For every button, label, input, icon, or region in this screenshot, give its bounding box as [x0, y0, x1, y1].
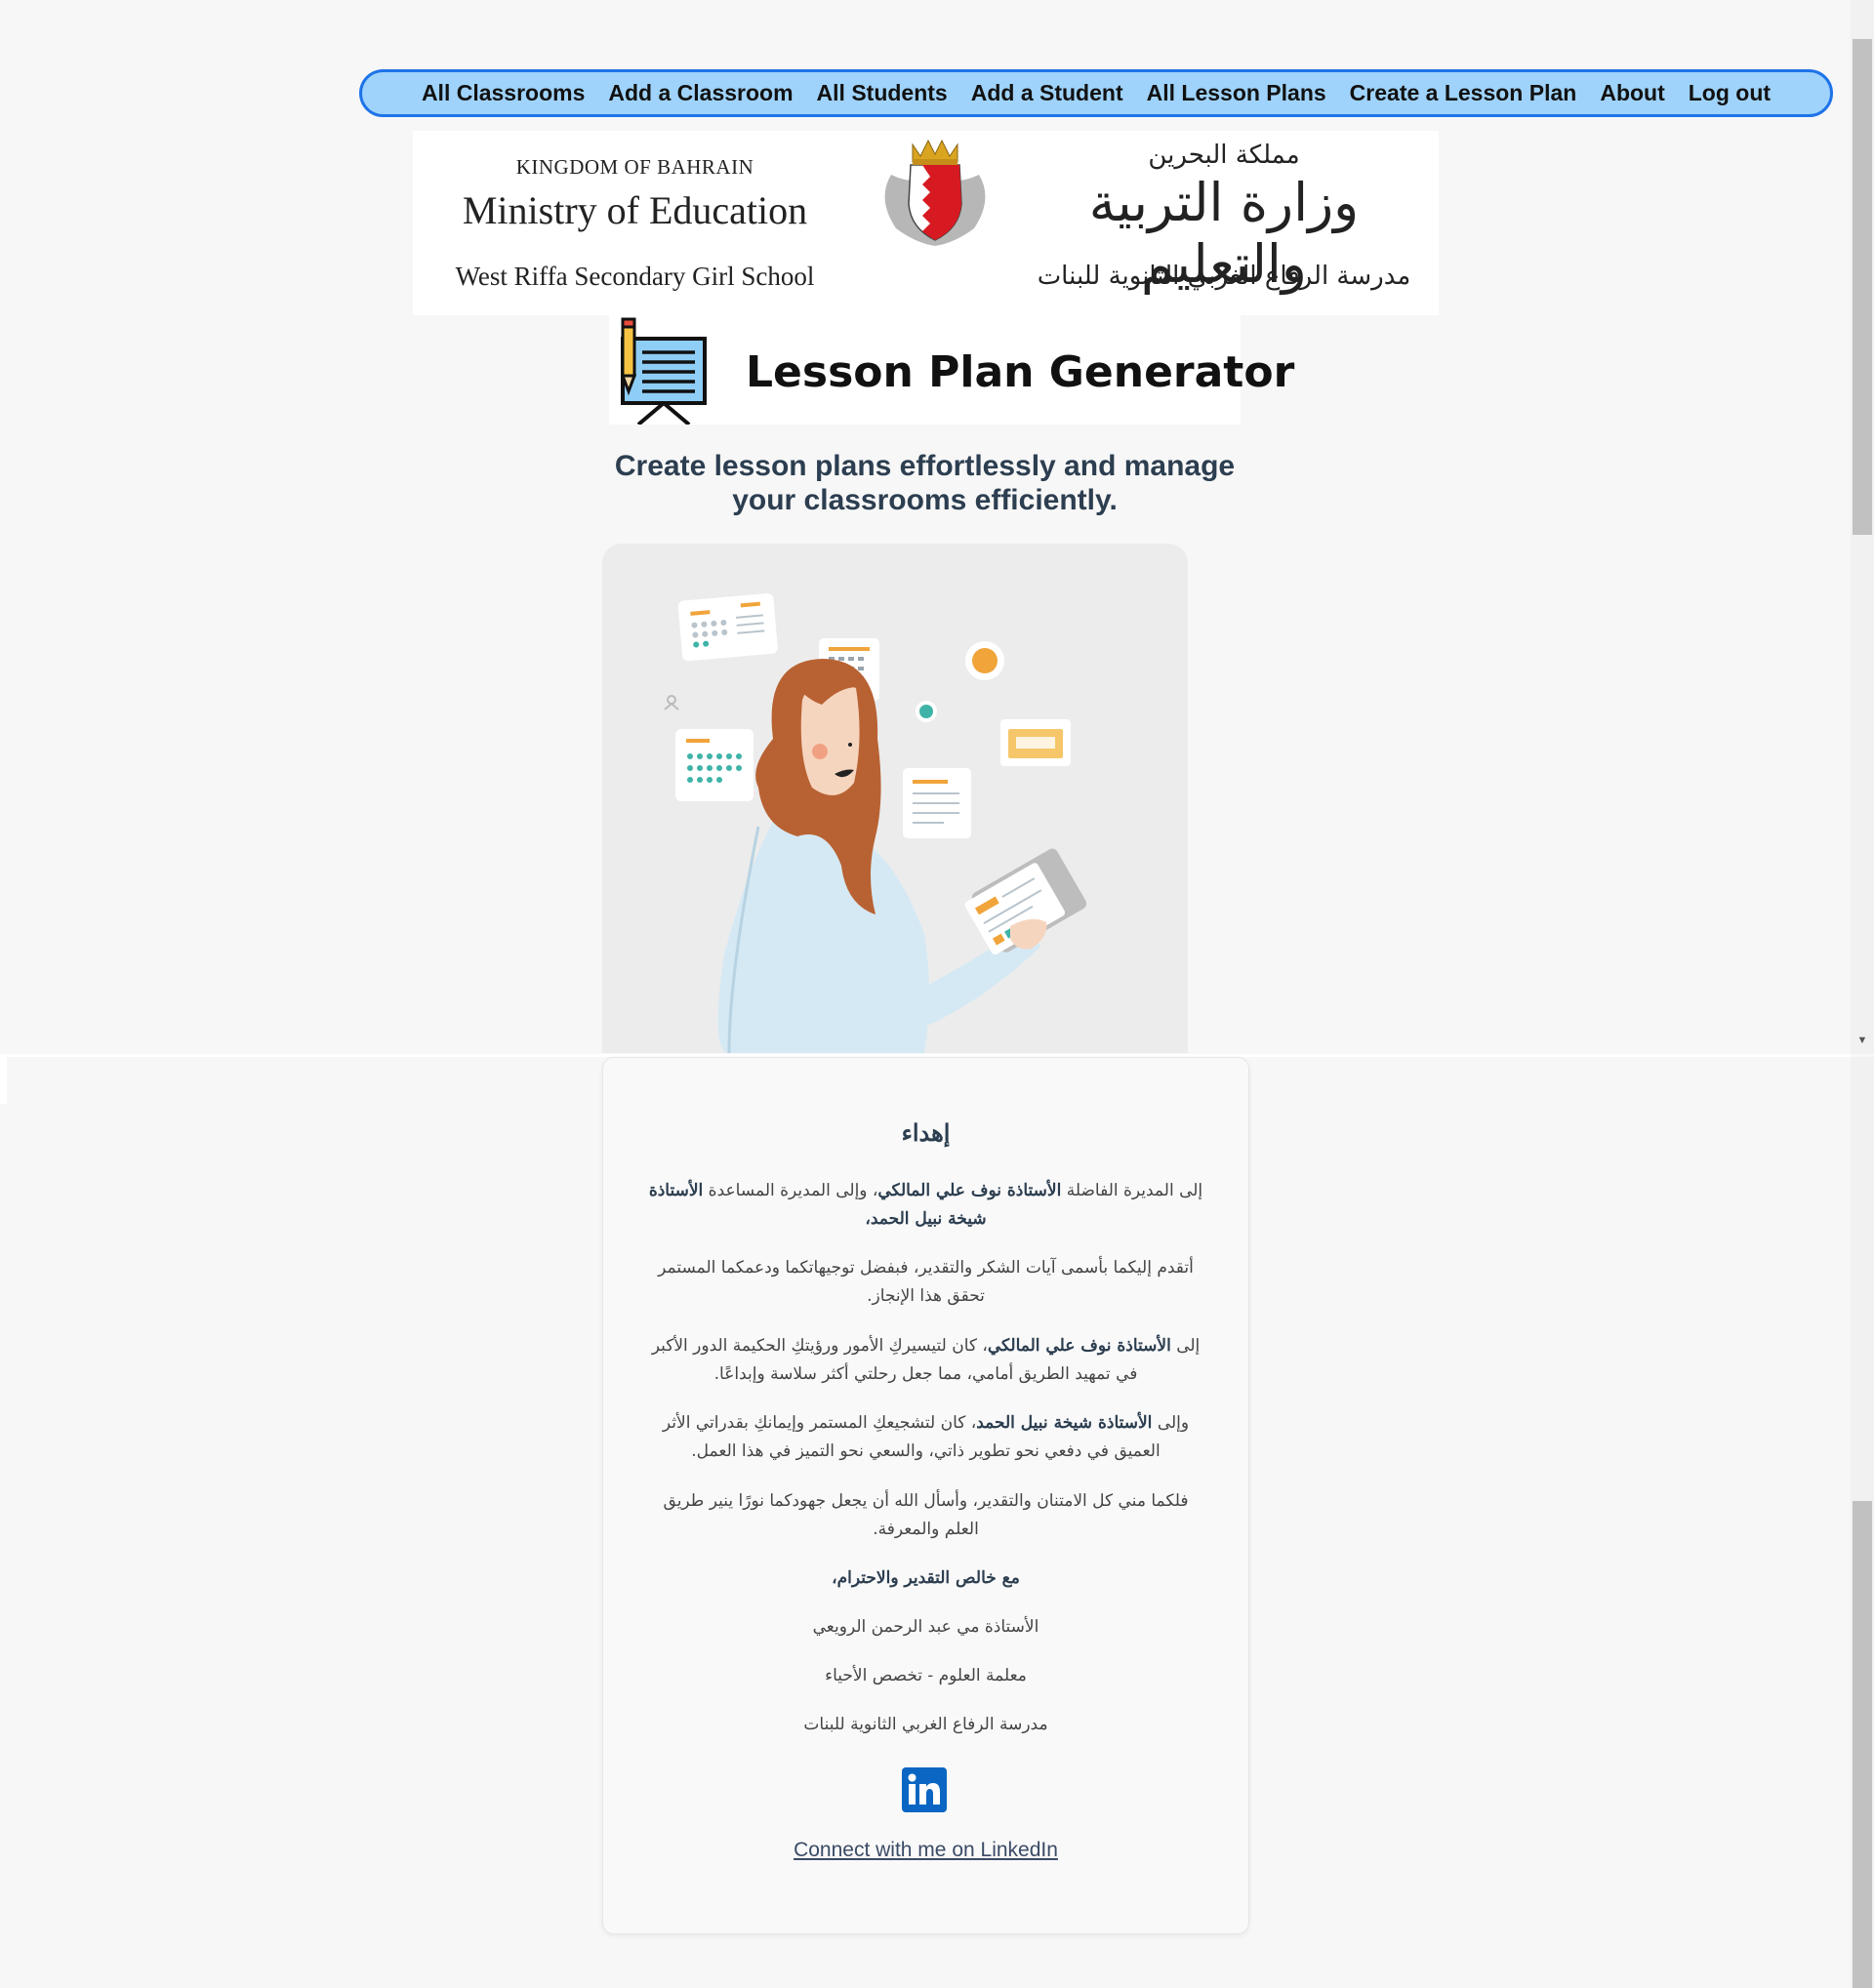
banner-school-en: West Riffa Secondary Girl School — [455, 262, 815, 291]
signature-school: مدرسة الرفاع الغربي الثانوية للبنات — [803, 1715, 1048, 1734]
p4-text-a: وإلى — [1152, 1413, 1190, 1433]
nav-all-classrooms[interactable]: All Classrooms — [410, 80, 596, 106]
scrollbar-thumb-bottom[interactable] — [1853, 1501, 1872, 1988]
teacher-illustration-graphic — [664, 592, 1087, 1053]
teacher-illustration — [602, 544, 1188, 1053]
scroll-down-arrow-icon[interactable]: ▼ — [1854, 1035, 1871, 1048]
p1-text-a: إلى المديرة الفاضلة — [1061, 1181, 1203, 1200]
banner-school-ar: مدرسة الرفاع الغربي الثانوية للبنات — [1037, 262, 1411, 291]
p3-text-a: إلى — [1170, 1336, 1201, 1356]
dedication-title: إهداء — [901, 1118, 951, 1147]
scrollbar-thumb-top[interactable] — [1853, 39, 1872, 535]
p4-name: الأستاذة شيخة نبيل الحمد — [976, 1413, 1153, 1433]
nav-log-out[interactable]: Log out — [1677, 80, 1782, 106]
left-edge-strip — [0, 1057, 7, 1104]
tagline: Create lesson plans effortlessly and man… — [547, 449, 1303, 517]
dedication-paragraph-1: إلى المديرة الفاضلة الأستاذة نوف علي الم… — [644, 1177, 1207, 1234]
banner-ministry-en: Ministry of Education — [462, 188, 808, 232]
nav-add-classroom[interactable]: Add a Classroom — [596, 80, 804, 106]
nav-all-students[interactable]: All Students — [805, 80, 959, 106]
nav-about[interactable]: About — [1588, 80, 1676, 106]
p1-text-c: ، وإلى المديرة المساعدة — [703, 1181, 878, 1200]
main-nav: All Classrooms Add a Classroom All Stude… — [359, 69, 1833, 117]
lesson-board-icon — [620, 317, 707, 425]
ministry-banner: KINGDOM OF BAHRAIN Ministry of Education… — [413, 131, 1439, 315]
signature-name: الأستاذة مي عبد الرحمن الرويعي — [812, 1617, 1039, 1637]
dedication-closing: مع خالص التقدير والاحترام، — [832, 1568, 1020, 1588]
dedication-paragraph-4: وإلى الأستاذة شيخة نبيل الحمد، كان لتشجي… — [644, 1409, 1207, 1466]
p3-name: الأستاذة نوف علي المالكي — [987, 1336, 1171, 1356]
dedication-paragraph-3: إلى الأستاذة نوف علي المالكي، كان لتيسير… — [644, 1332, 1207, 1389]
signature-role: معلمة العلوم - تخصص الأحياء — [825, 1666, 1027, 1685]
nav-all-lesson-plans[interactable]: All Lesson Plans — [1135, 80, 1338, 106]
dedication-paragraph-5: فلكما مني كل الامتنان والتقدير، وأسأل ال… — [663, 1491, 1189, 1539]
linkedin-icon[interactable] — [902, 1767, 947, 1812]
nav-add-student[interactable]: Add a Student — [959, 80, 1135, 106]
nav-create-lesson-plan[interactable]: Create a Lesson Plan — [1338, 80, 1589, 106]
dedication-card: إهداء إلى المديرة الفاضلة الأستاذة نوف ع… — [602, 1057, 1249, 1934]
banner-kingdom-en: KINGDOM OF BAHRAIN — [515, 155, 754, 179]
app-logo: Lesson Plan Generator — [609, 315, 1294, 425]
linkedin-link[interactable]: Connect with me on LinkedIn — [603, 1839, 1248, 1862]
p1-name-principal: الأستاذة نوف علي المالكي — [877, 1181, 1062, 1200]
app-title: Lesson Plan Generator — [746, 347, 1295, 397]
tagline-line-1: Create lesson plans effortlessly and man… — [614, 450, 1236, 482]
tagline-line-2: your classrooms efficiently. — [732, 484, 1118, 516]
banner-kingdom-ar: مملكة البحرين — [1148, 141, 1300, 170]
bahrain-crest-icon — [884, 139, 986, 246]
dedication-paragraph-2: أتقدم إليكما بأسمى آيات الشكر والتقدير، … — [658, 1258, 1194, 1306]
